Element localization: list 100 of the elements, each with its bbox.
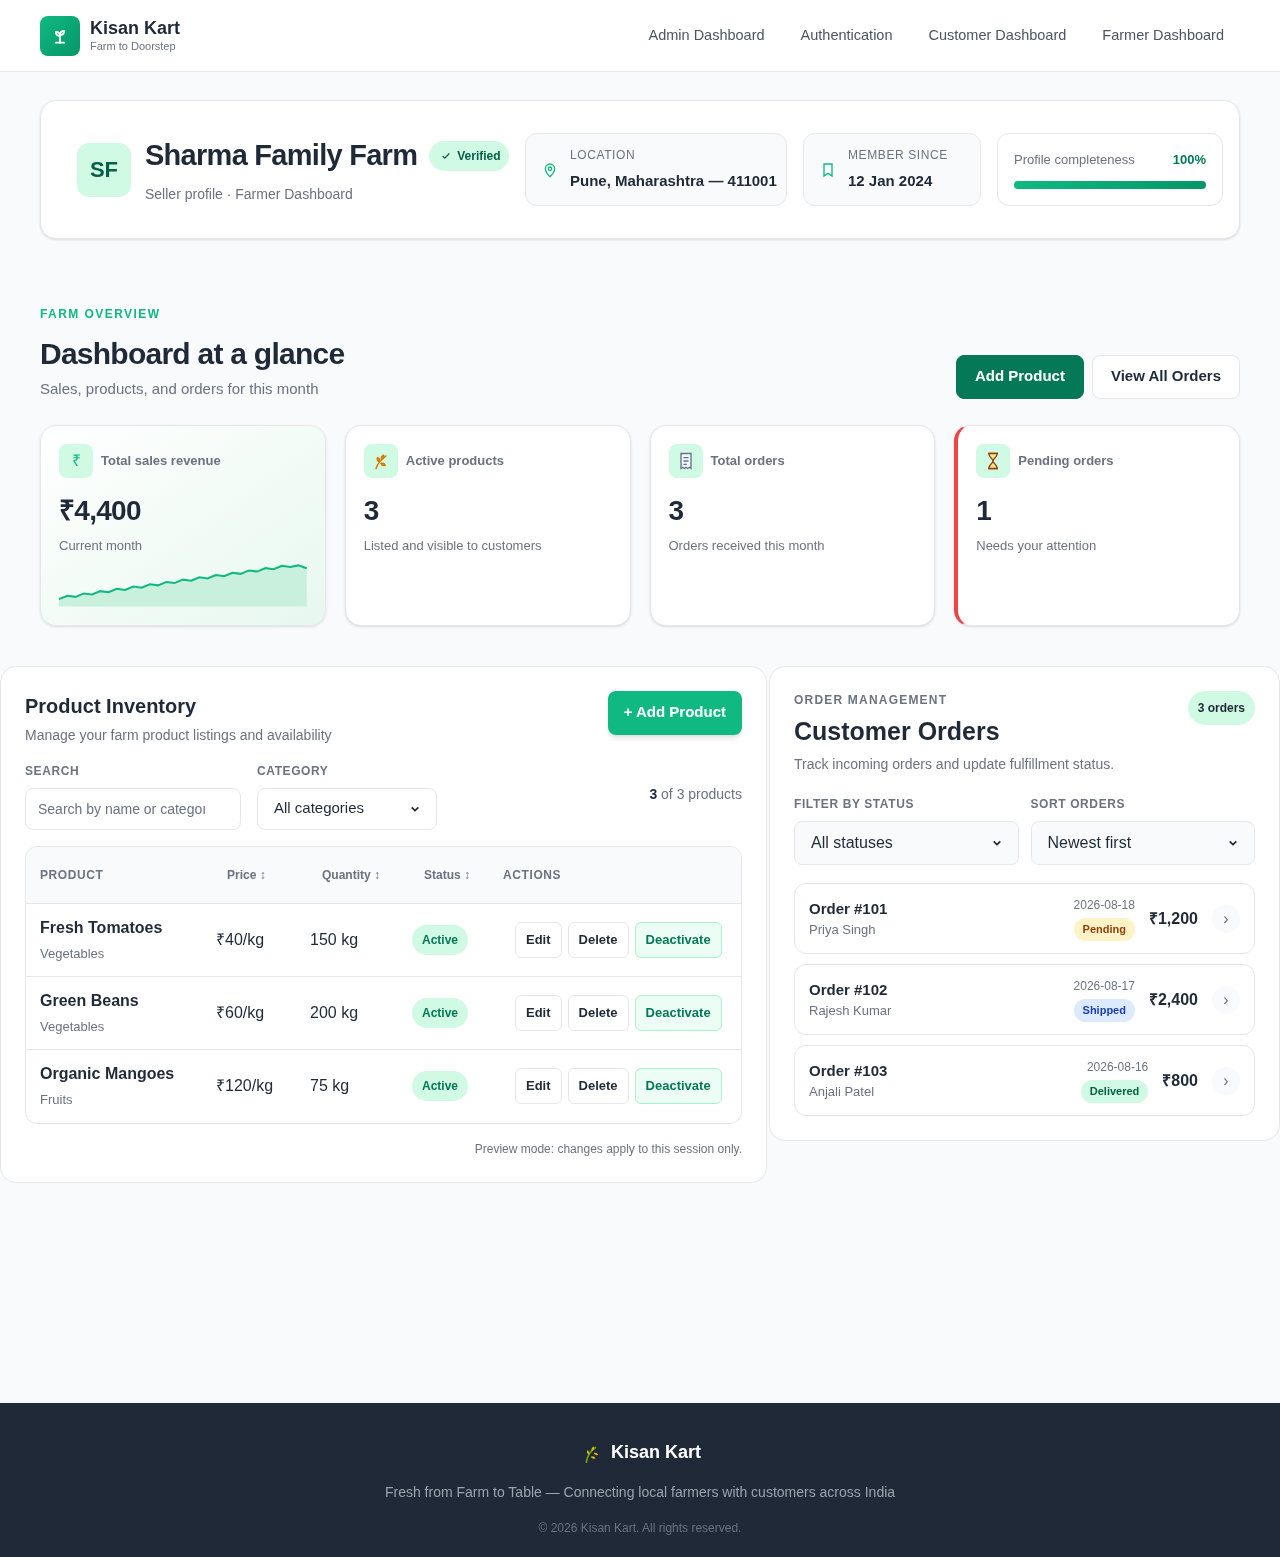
order-status-badge: Shipped [1073, 999, 1135, 1022]
brand-tagline: Farm to Doorstep [90, 39, 177, 54]
product-name: Fresh Tomatoes [40, 917, 164, 938]
customer-name: Rajesh Kumar [809, 1002, 892, 1020]
price-cell-text: ₹120/kg [216, 1076, 274, 1096]
section-eyebrow: FARM OVERVIEW [40, 306, 162, 323]
info-label: LOCATION [570, 147, 637, 165]
rupee-icon: ₹ [59, 443, 93, 478]
chevron-down-icon [1228, 838, 1238, 848]
verified-badge: Verified [429, 141, 509, 171]
panel-title: Customer Orders [794, 715, 1001, 747]
farm-name: Sharma Family Farm [145, 138, 418, 174]
deactivate-button[interactable]: Deactivate [634, 1068, 722, 1104]
panel-subtitle: Manage your farm product listings and availability [25, 725, 332, 745]
delete-button[interactable]: Delete [567, 1068, 629, 1104]
sort-dropdown[interactable]: Newest first [1030, 821, 1255, 865]
order-number: Order #101 [809, 898, 888, 919]
nav-link[interactable]: Farmer Dashboard [1102, 24, 1224, 47]
stat-value: 3 [363, 493, 380, 528]
stat-note: Needs your attention [976, 536, 1098, 555]
panel-title: Product Inventory [25, 693, 198, 719]
order-open-button[interactable]: › [1212, 904, 1240, 933]
profile-subtitle: Seller profile · Farmer Dashboard [145, 184, 354, 204]
order-card[interactable]: Order #103 Anjali Patel 2026-08-16 Delivered ₹800 › [794, 1045, 1255, 1116]
deactivate-button[interactable]: Deactivate [634, 994, 722, 1031]
footer-brand: Kisan Kart [611, 1441, 701, 1464]
deactivate-button[interactable]: Deactivate [634, 921, 722, 958]
category-dropdown[interactable]: All categories [257, 787, 437, 830]
field-label: FILTER BY STATUS [794, 796, 916, 813]
status-badge: Active [412, 997, 469, 1028]
field-label: SORT ORDERS [1030, 796, 1127, 813]
order-count-badge: 3 orders [1187, 690, 1255, 725]
order-open-button[interactable]: › [1212, 1066, 1240, 1095]
stat-note: Orders received this month [668, 536, 826, 555]
order-date: 2026-08-16 [1086, 1059, 1149, 1077]
stat-value: 1 [976, 493, 993, 528]
delete-button[interactable]: Delete [567, 994, 629, 1031]
stat-note: Current month [59, 536, 144, 555]
stat-label: Total sales revenue [101, 451, 221, 470]
view-orders-button[interactable]: View All Orders [1091, 354, 1240, 399]
info-label: MEMBER SINCE [848, 147, 948, 165]
chevron-down-icon [991, 838, 1002, 848]
order-open-button[interactable]: › [1212, 985, 1240, 1014]
section-eyebrow: ORDER MANAGEMENT [794, 691, 949, 709]
customer-name: Priya Singh [809, 921, 877, 939]
stat-label: Pending orders [1018, 451, 1114, 470]
order-number: Order #103 [809, 1060, 888, 1081]
section-subtitle: Sales, products, and orders for this month [40, 379, 320, 399]
status-badge: Active [412, 1071, 469, 1101]
product-name: Organic Mangoes [40, 1064, 176, 1085]
product-category: Fruits [40, 1091, 74, 1110]
sprout-logo-icon [40, 15, 80, 56]
copyright-text: © 2026 Kisan Kart. All rights reserved. [538, 1520, 742, 1537]
add-product-button[interactable]: Add Product [955, 354, 1084, 399]
product-category: Vegetables [40, 944, 106, 963]
field-label: CATEGORY [257, 762, 330, 780]
product-count: 3 of 3 products [649, 784, 742, 804]
avatar-initials: SF [77, 142, 131, 197]
footer-tagline: Fresh from Farm to Table — Connecting local farmers with customers across India [384, 1483, 896, 1502]
product-name: Green Beans [40, 990, 140, 1011]
order-card[interactable]: Order #101 Priya Singh 2026-08-18 Pending ₹1,200 › [794, 883, 1255, 954]
order-date: 2026-08-18 [1073, 897, 1135, 915]
nav-link[interactable]: Admin Dashboard [648, 24, 765, 47]
price-cell-text: ₹40/kg [216, 929, 265, 950]
edit-button[interactable]: Edit [515, 1068, 562, 1104]
stat-note: Listed and visible to customers [363, 536, 543, 555]
stat-value: 3 [668, 493, 685, 528]
edit-button[interactable]: Edit [515, 921, 562, 958]
info-value: Pune, Maharashtra — 411001 [570, 171, 777, 192]
info-value: 12 Jan 2024 [848, 171, 934, 192]
nav-link[interactable]: Customer Dashboard [928, 24, 1067, 47]
quantity-cell-text: 200 kg [310, 1002, 359, 1023]
column-header: PRODUCT [40, 866, 105, 884]
location-pin-icon [542, 161, 558, 178]
edit-button[interactable]: Edit [515, 994, 562, 1031]
stat-label: Total orders [710, 451, 785, 470]
search-field[interactable]: Search by name or categoı [25, 787, 241, 830]
order-card[interactable]: Order #102 Rajesh Kumar 2026-08-17 Shipped ₹2,400 › [794, 964, 1255, 1035]
sortable-column-header[interactable]: Price ↕ [215, 865, 310, 884]
bookmark-icon [820, 161, 836, 178]
delete-button[interactable]: Delete [567, 921, 629, 958]
quantity-cell-text: 150 kg [310, 929, 359, 950]
order-total: ₹800 [1162, 1070, 1198, 1091]
order-number: Order #102 [809, 979, 889, 1000]
panel-subtitle: Track incoming orders and update fulfillment status. [794, 755, 1115, 774]
order-total: ₹2,400 [1148, 989, 1198, 1010]
price-cell-text: ₹60/kg [216, 1002, 265, 1023]
stat-label: Active products [405, 451, 504, 470]
quantity-cell-text: 75 kg [310, 1076, 350, 1096]
completeness-reading: 100% [1172, 150, 1206, 169]
order-status-badge: Pending [1073, 918, 1135, 941]
field-label: SEARCH [25, 762, 81, 780]
order-status-badge: Delivered [1080, 1080, 1149, 1103]
sortable-column-header[interactable]: Quantity ↕ [310, 865, 412, 884]
stat-value: ₹4,400 [59, 493, 142, 528]
status-badge: Active [412, 924, 469, 955]
nav-link[interactable]: Authentication [800, 24, 893, 47]
status-filter-dropdown[interactable]: All statuses [794, 821, 1019, 865]
sortable-column-header[interactable]: Status ↕ [412, 865, 503, 884]
order-date: 2026-08-17 [1073, 978, 1135, 996]
